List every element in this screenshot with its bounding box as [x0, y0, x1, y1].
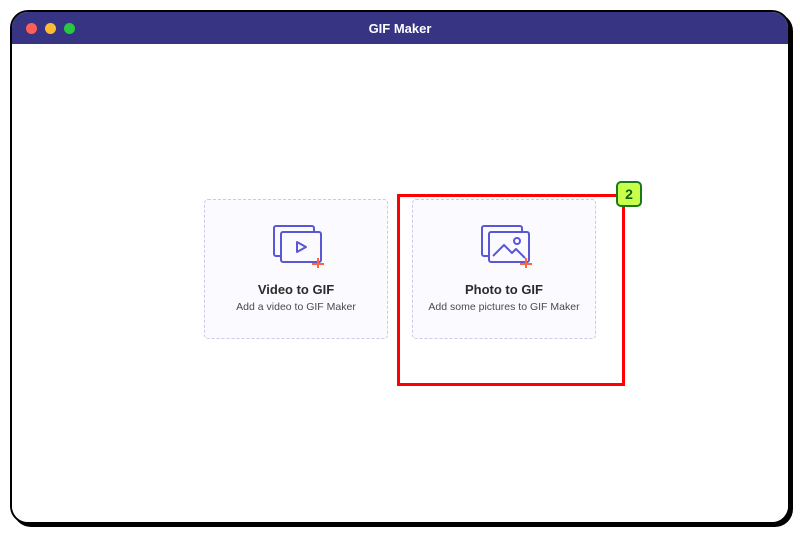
annotation-badge: 2 [616, 181, 642, 207]
photo-to-gif-card[interactable]: Photo to GIF Add some pictures to GIF Ma… [412, 199, 596, 339]
card-row: Video to GIF Add a video to GIF Maker Ph… [204, 199, 596, 339]
video-icon [268, 224, 324, 268]
app-window: GIF Maker Video to GIF Add a video to GI… [10, 10, 790, 524]
video-to-gif-card[interactable]: Video to GIF Add a video to GIF Maker [204, 199, 388, 339]
titlebar: GIF Maker [12, 12, 788, 44]
card-title: Video to GIF [258, 282, 334, 297]
minimize-icon[interactable] [45, 23, 56, 34]
window-controls [26, 23, 75, 34]
app-body: Video to GIF Add a video to GIF Maker Ph… [12, 44, 788, 522]
maximize-icon[interactable] [64, 23, 75, 34]
window-title: GIF Maker [12, 21, 788, 36]
card-subtitle: Add some pictures to GIF Maker [428, 301, 579, 313]
close-icon[interactable] [26, 23, 37, 34]
card-title: Photo to GIF [465, 282, 543, 297]
card-subtitle: Add a video to GIF Maker [236, 301, 356, 313]
photo-icon [476, 224, 532, 268]
